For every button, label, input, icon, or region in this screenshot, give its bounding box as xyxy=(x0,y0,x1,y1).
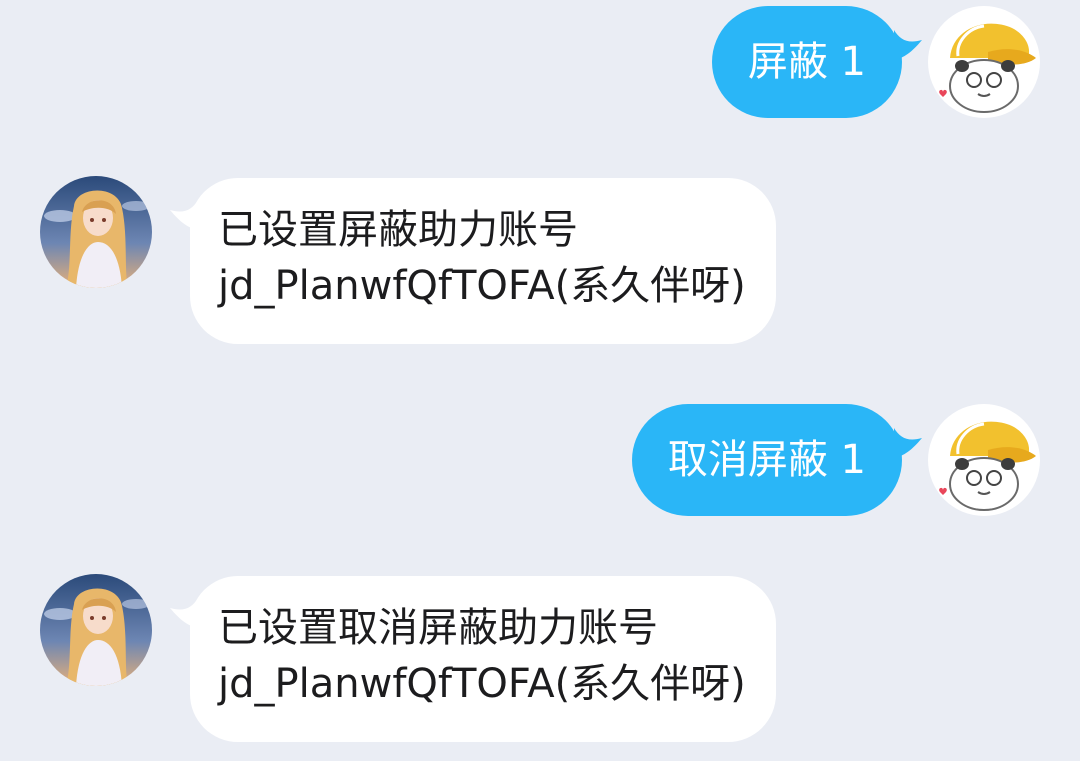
message-incoming: 已设置取消屏蔽助力账号 jd_PlanwfQfTOFA(系久伴呀) xyxy=(0,568,1080,748)
bubble-tail-icon xyxy=(170,598,198,628)
chat-message-list: 屏蔽 1 已设置屏蔽助力账号 jd_PlanwfQfTOFA(系久伴呀) 取消屏… xyxy=(0,0,1080,761)
cartoon-bear-avatar-icon xyxy=(928,6,1040,118)
bot-avatar[interactable] xyxy=(40,176,152,288)
message-outgoing: 取消屏蔽 1 xyxy=(0,398,1080,518)
message-outgoing: 屏蔽 1 xyxy=(0,0,1080,120)
message-text-line: 已设置屏蔽助力账号 xyxy=(218,207,578,253)
message-text-line: jd_PlanwfQfTOFA(系久伴呀) xyxy=(218,263,746,309)
bubble-tail-icon xyxy=(894,428,922,458)
message-text-line: jd_PlanwfQfTOFA(系久伴呀) xyxy=(218,661,746,707)
bubble-tail-icon xyxy=(894,30,922,60)
anime-girl-avatar-icon xyxy=(40,176,152,288)
message-text: 屏蔽 1 xyxy=(747,39,866,85)
message-incoming: 已设置屏蔽助力账号 jd_PlanwfQfTOFA(系久伴呀) xyxy=(0,170,1080,350)
anime-girl-avatar-icon xyxy=(40,574,152,686)
bot-avatar[interactable] xyxy=(40,574,152,686)
message-bubble-outgoing[interactable]: 屏蔽 1 xyxy=(711,6,922,118)
message-text-line: 已设置取消屏蔽助力账号 xyxy=(218,605,658,651)
cartoon-bear-avatar-icon xyxy=(928,404,1040,516)
message-bubble-incoming[interactable]: 已设置取消屏蔽助力账号 jd_PlanwfQfTOFA(系久伴呀) xyxy=(170,576,776,742)
self-avatar[interactable] xyxy=(928,404,1040,516)
self-avatar[interactable] xyxy=(928,6,1040,118)
message-bubble-outgoing[interactable]: 取消屏蔽 1 xyxy=(631,404,922,516)
message-bubble-incoming[interactable]: 已设置屏蔽助力账号 jd_PlanwfQfTOFA(系久伴呀) xyxy=(170,178,776,344)
message-text: 取消屏蔽 1 xyxy=(667,437,866,483)
bubble-tail-icon xyxy=(170,200,198,230)
